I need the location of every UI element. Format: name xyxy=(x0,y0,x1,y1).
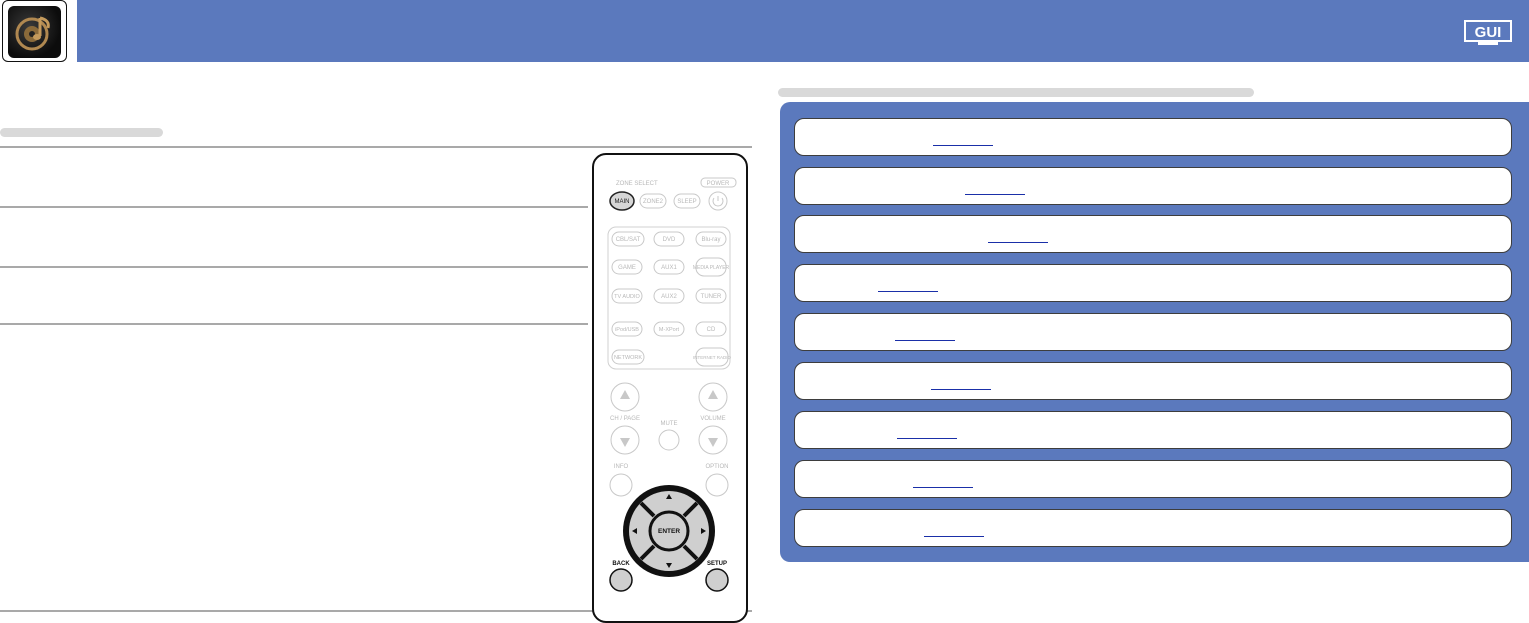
arrow-up-icon xyxy=(708,390,718,399)
divider xyxy=(0,323,588,325)
page-link[interactable] xyxy=(913,487,973,488)
menu-item[interactable] xyxy=(794,118,1512,156)
arrow-up-icon xyxy=(620,390,630,399)
gui-badge-text: GUI xyxy=(1475,24,1502,41)
source-button-label: CBL/SAT xyxy=(616,237,641,243)
music-disc-icon xyxy=(8,6,61,58)
source-button-label: TUNER xyxy=(701,294,722,300)
option-button[interactable] xyxy=(705,473,729,497)
remote-control-illustration: ZONE SELECT POWER MAIN ZONE2 SLEEP CBL/S… xyxy=(592,153,748,623)
source-button-label: TV AUDIO xyxy=(614,294,640,300)
page-link[interactable] xyxy=(878,291,938,292)
page-link[interactable] xyxy=(933,145,993,146)
source-button-label: DVD xyxy=(663,237,676,243)
source-button-label: AUX2 xyxy=(661,294,677,300)
source-button-label: GAME xyxy=(618,265,636,271)
zone2-button-label: ZONE2 xyxy=(643,199,664,205)
sleep-button-label: SLEEP xyxy=(677,199,696,205)
menu-item[interactable] xyxy=(794,460,1512,498)
back-button[interactable] xyxy=(609,568,633,592)
setup-label: SETUP xyxy=(707,561,727,567)
page-link[interactable] xyxy=(895,340,955,341)
source-button-label: M-XPort xyxy=(659,327,680,333)
menu-item[interactable] xyxy=(794,215,1512,253)
source-button-label: iPod/USB xyxy=(615,327,639,333)
header-banner xyxy=(77,0,1529,62)
power-icon xyxy=(712,196,724,207)
page-link[interactable] xyxy=(931,389,991,390)
menu-item[interactable] xyxy=(794,362,1512,400)
arrow-down-icon xyxy=(620,438,630,447)
menu-item[interactable] xyxy=(794,313,1512,351)
option-label: OPTION xyxy=(705,464,728,470)
arrow-down-icon xyxy=(708,438,718,447)
info-button[interactable] xyxy=(609,473,633,497)
menu-item[interactable] xyxy=(794,167,1512,205)
source-button-label: AUX1 xyxy=(661,265,677,271)
divider xyxy=(0,266,588,268)
menu-item[interactable] xyxy=(794,264,1512,302)
menu-item[interactable] xyxy=(794,509,1512,547)
divider xyxy=(0,206,588,208)
section-tab-right xyxy=(778,88,1254,97)
page-link[interactable] xyxy=(988,242,1048,243)
source-button-label: MEDIA PLAYER xyxy=(693,265,730,271)
page-link[interactable] xyxy=(897,438,957,439)
section-tab-left xyxy=(0,128,163,137)
source-button-label: Blu-ray xyxy=(701,237,720,243)
volume-label: VOLUME xyxy=(700,416,725,422)
zone-select-label: ZONE SELECT xyxy=(616,181,658,187)
divider xyxy=(0,146,752,148)
page-link[interactable] xyxy=(965,194,1025,195)
mute-label: MUTE xyxy=(661,421,678,427)
mute-button[interactable] xyxy=(658,429,680,451)
power-label: POWER xyxy=(707,181,730,187)
setup-button[interactable] xyxy=(705,568,729,592)
source-button-label: CD xyxy=(707,327,716,333)
page-link[interactable] xyxy=(924,536,984,537)
back-label: BACK xyxy=(612,561,630,567)
source-button-label: NETWORK xyxy=(614,355,642,361)
section-logo xyxy=(2,0,67,62)
menu-item[interactable] xyxy=(794,411,1512,449)
source-button-label: INTERNET RADIO xyxy=(693,355,731,360)
ch-page-label: CH / PAGE xyxy=(610,416,640,422)
main-button-label: MAIN xyxy=(615,199,630,205)
enter-button-label: ENTER xyxy=(658,528,680,535)
gui-icon: GUI xyxy=(1464,20,1512,46)
info-label: INFO xyxy=(614,464,629,470)
